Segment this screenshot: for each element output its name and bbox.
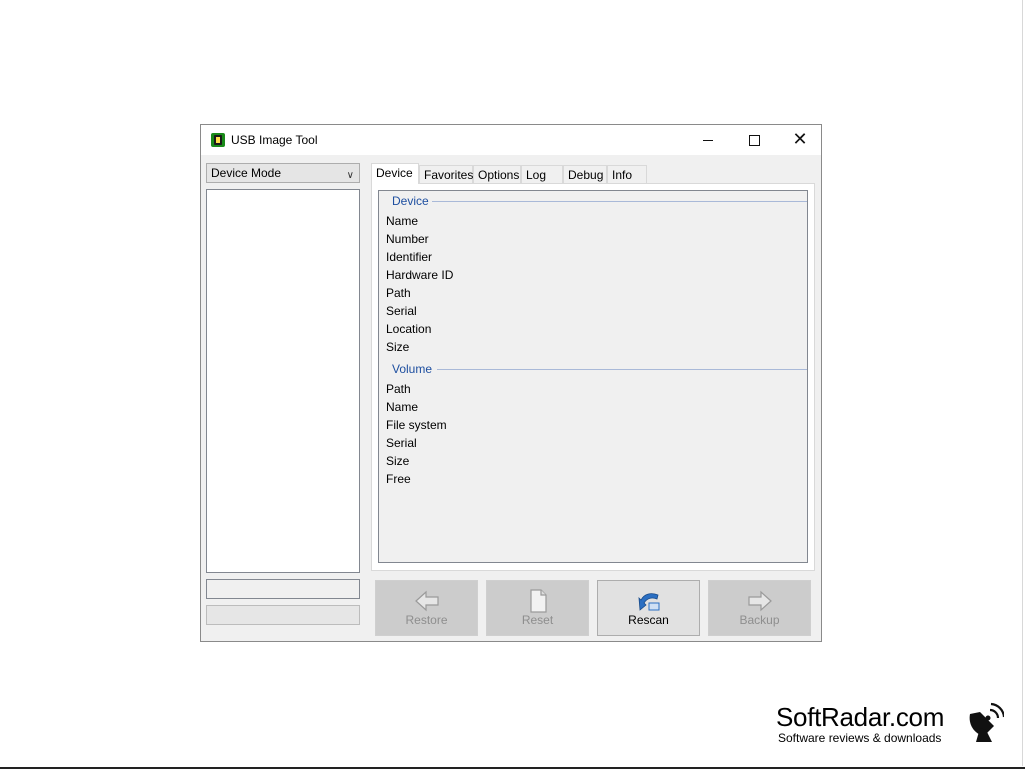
- device-field-label: Size: [386, 340, 410, 354]
- volume-field-label: Name: [386, 400, 419, 414]
- close-button[interactable]: ✕: [777, 125, 823, 155]
- tab-info[interactable]: Info: [607, 165, 647, 183]
- satellite-dish-icon: [969, 702, 1004, 742]
- usb-app-icon: [211, 133, 225, 147]
- mode-select-value: Device Mode: [211, 166, 282, 180]
- watermark-title: SoftRadar.com: [776, 702, 945, 732]
- restore-label: Restore: [405, 613, 448, 627]
- document-icon: [530, 589, 547, 613]
- maximize-icon: [748, 134, 760, 146]
- app-window: USB Image Tool ✕ Device Mode ∨ Device Fa…: [200, 124, 822, 642]
- status-field: [206, 579, 360, 599]
- arrow-right-icon: [748, 590, 772, 612]
- device-field-label: Location: [386, 322, 432, 336]
- volume-field-label: Free: [386, 472, 411, 486]
- volume-field-label: File system: [386, 418, 447, 432]
- tab-log[interactable]: Log: [521, 165, 563, 183]
- device-field-label: Path: [386, 286, 411, 300]
- device-info-area: Device Name Number Identifier Hardware I…: [378, 190, 808, 563]
- chevron-down-icon: ∨: [346, 170, 354, 181]
- window-title: USB Image Tool: [231, 133, 318, 147]
- volume-field-label: Serial: [386, 436, 417, 450]
- tab-device[interactable]: Device: [371, 163, 419, 184]
- volume-group-header: Volume: [392, 362, 433, 376]
- title-bar[interactable]: USB Image Tool ✕: [201, 125, 821, 155]
- device-field-label: Hardware ID: [386, 268, 454, 282]
- device-field-label: Identifier: [386, 250, 433, 264]
- maximize-button[interactable]: [731, 125, 777, 155]
- device-tab-panel: Device Name Number Identifier Hardware I…: [371, 183, 815, 571]
- reset-button[interactable]: Reset: [486, 580, 589, 636]
- reset-label: Reset: [521, 613, 554, 627]
- device-field-label: Number: [386, 232, 429, 246]
- restore-button[interactable]: Restore: [375, 580, 478, 636]
- device-group-divider: [432, 201, 807, 202]
- arrow-left-icon: [415, 590, 439, 612]
- volume-field-label: Path: [386, 382, 411, 396]
- tab-options[interactable]: Options: [473, 165, 521, 183]
- backup-button[interactable]: Backup: [708, 580, 811, 636]
- watermark-subtitle: Software reviews & downloads: [778, 731, 942, 745]
- device-group-header: Device: [392, 194, 429, 208]
- device-list[interactable]: [206, 189, 360, 573]
- minimize-icon: [703, 139, 713, 141]
- screenshot-canvas: USB Image Tool ✕ Device Mode ∨ Device Fa…: [0, 0, 1025, 769]
- edge-strip: [1022, 0, 1023, 766]
- rescan-button[interactable]: Rescan: [597, 580, 700, 636]
- mode-select[interactable]: Device Mode ∨: [206, 163, 360, 183]
- tab-debug[interactable]: Debug: [563, 165, 607, 183]
- volume-group-divider: [437, 369, 807, 370]
- device-field-label: Name: [386, 214, 419, 228]
- close-icon: ✕: [792, 129, 808, 150]
- backup-label: Backup: [739, 613, 780, 627]
- minimize-button[interactable]: [685, 125, 731, 155]
- progress-bar: [206, 605, 360, 625]
- volume-field-label: Size: [386, 454, 410, 468]
- rescan-label: Rescan: [628, 613, 669, 627]
- device-field-label: Serial: [386, 304, 417, 318]
- tab-favorites[interactable]: Favorites: [419, 165, 473, 183]
- rescan-arrow-icon: [638, 593, 660, 611]
